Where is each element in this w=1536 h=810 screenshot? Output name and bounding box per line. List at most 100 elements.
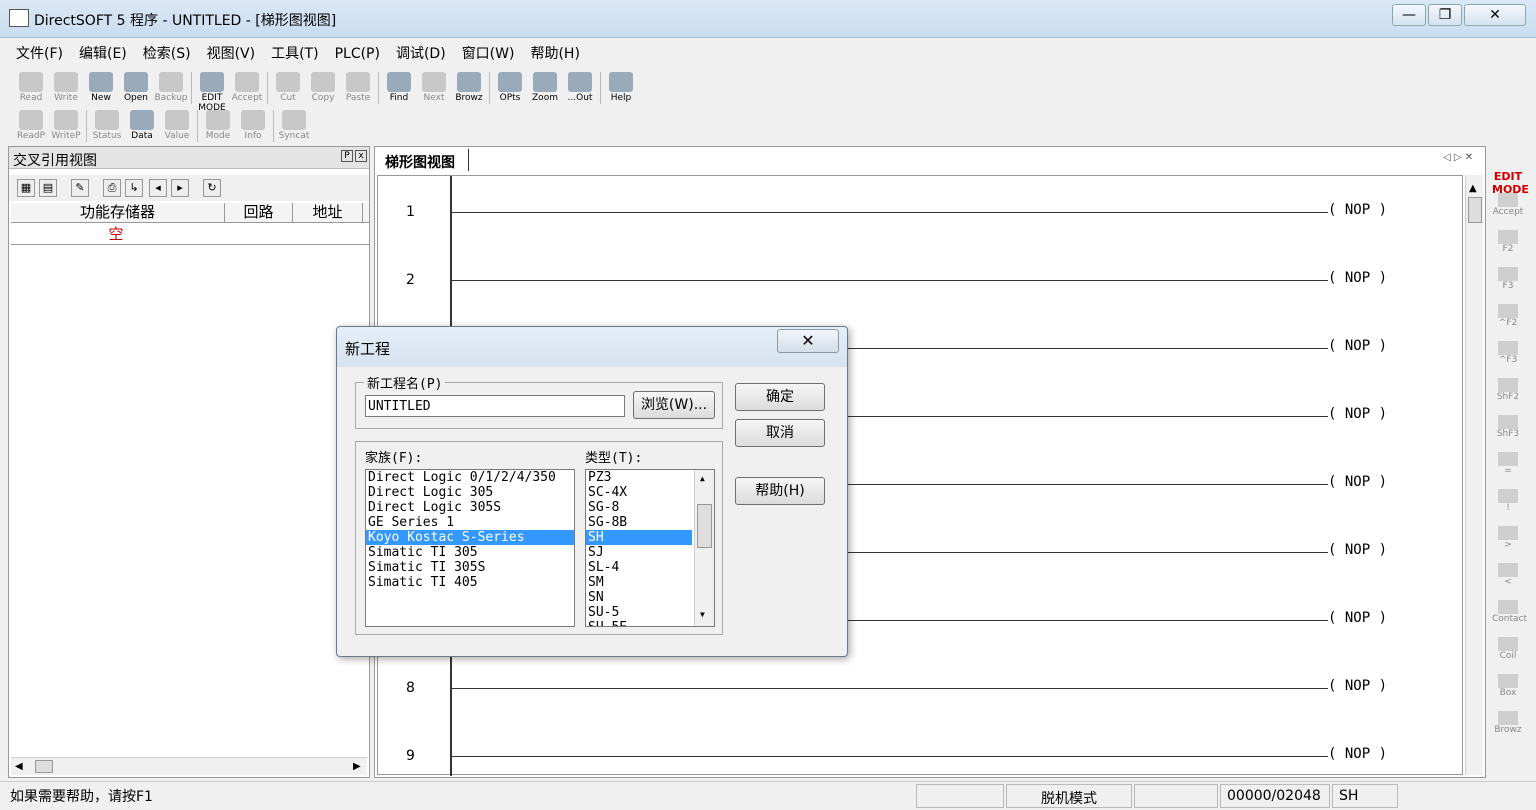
edit-mode-button[interactable]: EDIT MODE: [1492, 154, 1529, 196]
open-button[interactable]: Open: [119, 70, 153, 106]
nop-coil[interactable]: ( NOP ): [1328, 542, 1387, 558]
scroll-thumb[interactable]: [35, 760, 53, 773]
menu-item[interactable]: 窗口(W): [454, 40, 523, 66]
box-button[interactable]: Box: [1492, 672, 1524, 704]
scroll-down-icon[interactable]: ▼: [700, 610, 705, 619]
compare-ne-button[interactable]: !: [1492, 487, 1524, 519]
list-item[interactable]: Simatic TI 305: [366, 545, 574, 560]
menu-item[interactable]: 工具(T): [263, 40, 326, 66]
scroll-thumb[interactable]: [1468, 197, 1482, 223]
grid-view-icon[interactable]: ▦: [17, 179, 35, 197]
writep-button[interactable]: WriteP: [49, 108, 83, 144]
project-name-input[interactable]: [365, 395, 625, 417]
refresh-icon[interactable]: ↻: [203, 179, 221, 197]
scroll-right-icon[interactable]: ▶: [353, 761, 361, 772]
cut-button[interactable]: Cut: [271, 70, 305, 106]
compare-eq-button[interactable]: =: [1492, 450, 1524, 482]
panel-close-icon[interactable]: x: [355, 150, 367, 162]
vertical-scrollbar[interactable]: ▲: [1465, 175, 1483, 775]
backup-button[interactable]: Backup: [154, 70, 188, 106]
compare-lt-button[interactable]: <: [1492, 561, 1524, 593]
browse-button[interactable]: 浏览(W)...: [633, 391, 715, 419]
cancel-button[interactable]: 取消: [735, 419, 825, 447]
edit-mode-button[interactable]: EDIT MODE: [195, 70, 229, 113]
nop-coil[interactable]: ( NOP ): [1328, 746, 1387, 762]
pin-icon[interactable]: P: [341, 150, 353, 162]
scroll-thumb[interactable]: [697, 504, 712, 548]
readp-button[interactable]: ReadP: [14, 108, 48, 144]
scroll-left-icon[interactable]: ◀: [15, 761, 23, 772]
type-list[interactable]: PZ3SC-4XSG-8SG-8BSHSJSL-4SMSNSU-5SU-5E ▲…: [585, 469, 715, 627]
list-item[interactable]: PZ3: [586, 470, 692, 485]
column-header[interactable]: 回路: [225, 203, 293, 223]
contact-nc-button[interactable]: F3: [1492, 265, 1524, 297]
nop-coil[interactable]: ( NOP ): [1328, 338, 1387, 354]
accept-button[interactable]: Accept: [1492, 191, 1524, 223]
nop-coil[interactable]: ( NOP ): [1328, 270, 1387, 286]
mode-button[interactable]: Mode: [201, 108, 235, 144]
help-button[interactable]: Help: [604, 70, 638, 106]
value-button[interactable]: Value: [160, 108, 194, 144]
copy-button[interactable]: Copy: [306, 70, 340, 106]
menu-item[interactable]: 帮助(H): [522, 40, 587, 66]
prev-icon[interactable]: ◂: [149, 179, 167, 197]
family-list[interactable]: Direct Logic 0/1/2/4/350 Direct Logic 305…: [365, 469, 575, 627]
scroll-up-icon[interactable]: ▲: [700, 474, 705, 483]
menu-item[interactable]: 调试(D): [388, 40, 454, 66]
menu-item[interactable]: 编辑(E): [71, 40, 135, 66]
menu-item[interactable]: 检索(S): [135, 40, 199, 66]
contact-shift3-button[interactable]: ShF3: [1492, 413, 1524, 445]
read-button[interactable]: Read: [14, 70, 48, 106]
nop-coil[interactable]: ( NOP ): [1328, 474, 1387, 490]
ladder-rung[interactable]: 9 ( NOP ): [378, 712, 1464, 780]
zoom-out-button[interactable]: ...Out: [563, 70, 597, 106]
syncat-button[interactable]: Syncat: [277, 108, 311, 144]
menu-item[interactable]: 文件(F): [8, 40, 71, 66]
ok-button[interactable]: 确定: [735, 383, 825, 411]
data-button[interactable]: Data: [125, 108, 159, 144]
contact-rise-button[interactable]: ^F2: [1492, 302, 1524, 334]
list-item[interactable]: SU-5: [586, 605, 692, 620]
opts-button[interactable]: OPts: [493, 70, 527, 106]
list-item[interactable]: SN: [586, 590, 692, 605]
browse-button[interactable]: Browz: [1492, 709, 1524, 741]
list-item[interactable]: GE Series 1: [366, 515, 574, 530]
list-item[interactable]: SU-5E: [586, 620, 692, 626]
list-item[interactable]: Koyo Kostac S-Series: [366, 530, 574, 545]
column-header[interactable]: 功能存储器: [11, 203, 225, 223]
ladder-rung[interactable]: 2 ( NOP ): [378, 236, 1464, 304]
close-window-button[interactable]: ✕: [1464, 4, 1526, 26]
minimize-button[interactable]: —: [1392, 4, 1426, 26]
horizontal-scrollbar[interactable]: ◀ ▶: [11, 757, 367, 775]
find-button[interactable]: Find: [382, 70, 416, 106]
nop-coil[interactable]: ( NOP ): [1328, 678, 1387, 694]
print-icon[interactable]: ⎙: [103, 179, 121, 197]
contact-shift2-button[interactable]: ShF2: [1492, 376, 1524, 408]
browz-button[interactable]: Browz: [452, 70, 486, 106]
next-icon[interactable]: ▸: [171, 179, 189, 197]
next-button[interactable]: Next: [417, 70, 451, 106]
list-item[interactable]: Simatic TI 305S: [366, 560, 574, 575]
list-item[interactable]: Direct Logic 305: [366, 485, 574, 500]
coil-button[interactable]: Coil: [1492, 635, 1524, 667]
nop-coil[interactable]: ( NOP ): [1328, 610, 1387, 626]
list-item[interactable]: Direct Logic 0/1/2/4/350: [366, 470, 574, 485]
zoom-button[interactable]: Zoom: [528, 70, 562, 106]
app-icon[interactable]: [9, 9, 29, 27]
list-item[interactable]: SG-8: [586, 500, 692, 515]
menu-item[interactable]: PLC(P): [327, 43, 388, 65]
jump-icon[interactable]: ↳: [125, 179, 143, 197]
list-item[interactable]: SJ: [586, 545, 692, 560]
type-list-scrollbar[interactable]: ▲ ▼: [694, 470, 714, 626]
list-item[interactable]: Simatic TI 405: [366, 575, 574, 590]
contact-fall-button[interactable]: ^F3: [1492, 339, 1524, 371]
dialog-close-button[interactable]: ✕: [777, 329, 839, 353]
paste-button[interactable]: Paste: [341, 70, 375, 106]
menu-item[interactable]: 视图(V): [199, 40, 264, 66]
list-item[interactable]: SC-4X: [586, 485, 692, 500]
list-item[interactable]: SG-8B: [586, 515, 692, 530]
list-item[interactable]: Direct Logic 305S: [366, 500, 574, 515]
nop-coil[interactable]: ( NOP ): [1328, 406, 1387, 422]
list-item[interactable]: SH: [586, 530, 692, 545]
list-item[interactable]: SL-4: [586, 560, 692, 575]
